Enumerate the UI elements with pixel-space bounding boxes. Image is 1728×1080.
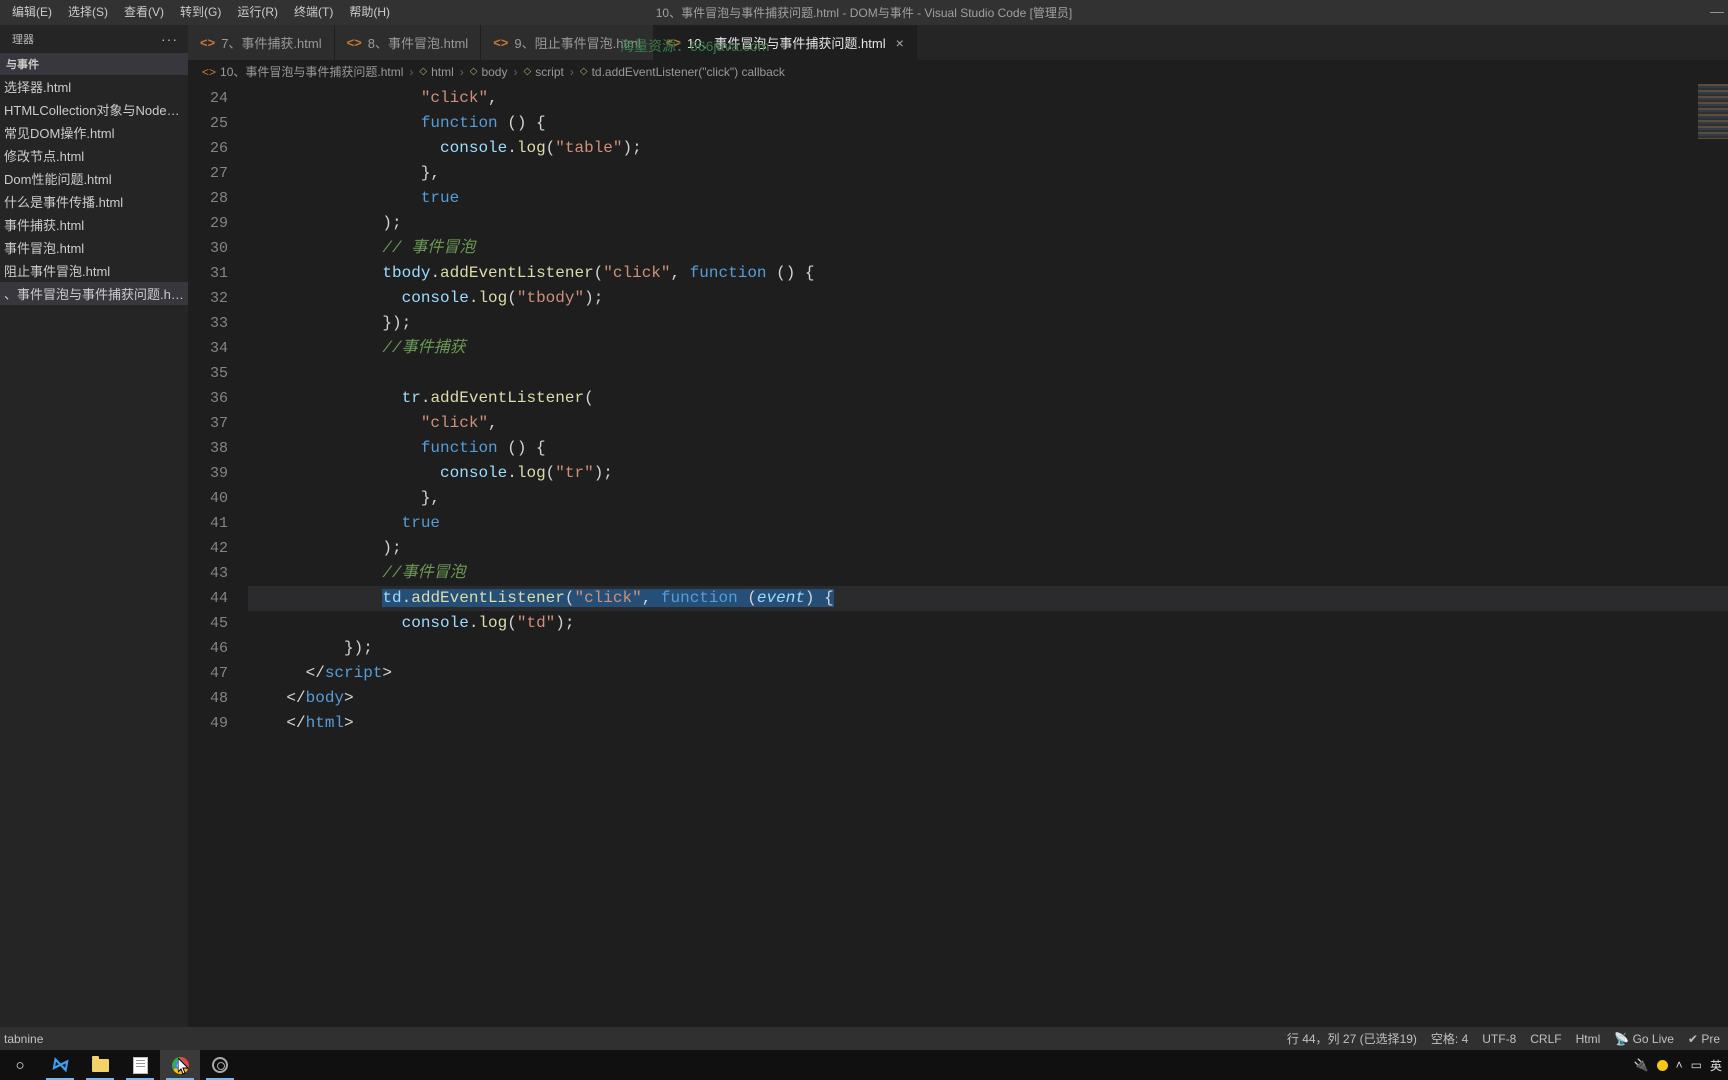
status-item[interactable]: 空格: 4 — [1431, 1030, 1468, 1047]
chevron-right-icon: › — [511, 65, 519, 79]
symbol-icon: ◇ — [523, 66, 531, 77]
status-item[interactable]: 行 44，列 27 (已选择19) — [1287, 1030, 1417, 1047]
tray-ime[interactable]: 英 — [1710, 1057, 1722, 1074]
code-content[interactable]: "click", function () { console.log("tabl… — [248, 84, 1728, 1027]
html-file-icon: <> — [493, 35, 508, 50]
symbol-icon: ◇ — [470, 66, 478, 77]
tab-label: 8、事件冒泡.html — [368, 33, 468, 52]
status-item[interactable]: Html — [1576, 1032, 1601, 1046]
breadcrumb-label: body — [481, 65, 507, 79]
breadcrumb-label: td.addEventListener("click") callback — [592, 65, 785, 79]
editor-tab[interactable]: <> 10、事件冒泡与事件捕获问题.html × — [654, 25, 917, 60]
editor-tabs: <> 7、事件捕获.html <> 8、事件冒泡.html <> 9、阻止事件冒泡.htm… — [188, 25, 1728, 60]
task-file-explorer[interactable] — [80, 1050, 120, 1080]
symbol-icon: ◇ — [419, 66, 427, 77]
minimap[interactable] — [1698, 84, 1728, 139]
tray-network-icon[interactable]: ▭ — [1691, 1058, 1702, 1072]
editor-tab[interactable]: <> 7、事件捕获.html — [188, 25, 335, 60]
line-gutter: 2425262728293031323334353637383940414243… — [188, 84, 248, 1027]
editor-body[interactable]: 2425262728293031323334353637383940414243… — [188, 84, 1728, 1027]
menu-item[interactable]: 选择(S) — [60, 0, 116, 25]
task-notepad[interactable] — [120, 1050, 160, 1080]
html-file-icon: <> — [347, 35, 362, 50]
broadcast-icon: 📡 — [1614, 1032, 1632, 1046]
breadcrumb-label: 10、事件冒泡与事件捕获问题.html — [220, 63, 403, 80]
breadcrumb-item[interactable]: ◇ script — [523, 65, 563, 79]
task-vscode[interactable]: ⋈ — [40, 1050, 80, 1080]
menu-item[interactable]: 终端(T) — [286, 0, 341, 25]
explorer-sidebar: 理器 ··· 与事件 选择器.htmlHTMLCollection对象与Node… — [0, 25, 188, 1027]
explorer-title: 理器 — [12, 31, 34, 47]
titlebar: 编辑(E)选择(S)查看(V)转到(G)运行(R)终端(T)帮助(H) 10、事… — [0, 0, 1728, 25]
chevron-right-icon: › — [407, 65, 415, 79]
html-file-icon: <> — [202, 65, 216, 79]
chevron-right-icon: › — [568, 65, 576, 79]
menubar: 编辑(E)选择(S)查看(V)转到(G)运行(R)终端(T)帮助(H) — [0, 0, 398, 25]
breadcrumb: <>10、事件冒泡与事件捕获问题.html›◇html›◇body›◇scrip… — [188, 60, 1728, 84]
breadcrumb-item[interactable]: ◇ td.addEventListener("click") callback — [580, 65, 785, 79]
tab-label: 9、阻止事件冒泡.html — [514, 33, 640, 52]
explorer-folder-name[interactable]: 与事件 — [0, 53, 188, 75]
close-icon[interactable]: × — [896, 35, 904, 51]
menu-item[interactable]: 帮助(H) — [341, 0, 398, 25]
file-item[interactable]: Dom性能问题.html — [0, 167, 188, 190]
task-obs[interactable] — [200, 1050, 240, 1080]
editor-tab[interactable]: <> 9、阻止事件冒泡.html — [481, 25, 654, 60]
tray-power-icon[interactable]: 🔌 — [1634, 1058, 1649, 1072]
status-tabnine[interactable]: tabnine — [0, 1032, 43, 1046]
menu-item[interactable]: 编辑(E) — [4, 0, 60, 25]
tab-label: 10、事件冒泡与事件捕获问题.html — [687, 33, 886, 52]
html-file-icon: <> — [200, 35, 215, 50]
file-item[interactable]: 选择器.html — [0, 75, 188, 98]
editor-tab[interactable]: <> 8、事件冒泡.html — [335, 25, 482, 60]
breadcrumb-label: script — [535, 65, 564, 79]
tab-label: 7、事件捕获.html — [221, 33, 321, 52]
status-item[interactable]: UTF-8 — [1482, 1032, 1516, 1046]
menu-item[interactable]: 查看(V) — [116, 0, 172, 25]
task-chrome[interactable] — [160, 1050, 200, 1080]
status-item[interactable]: ✔ Pre — [1688, 1032, 1720, 1046]
file-item[interactable]: 事件捕获.html — [0, 213, 188, 236]
tray-chevron-icon[interactable]: ˄ — [1676, 1058, 1683, 1072]
menu-item[interactable]: 运行(R) — [229, 0, 286, 25]
file-item[interactable]: 、事件冒泡与事件捕获问题.html — [0, 282, 188, 305]
breadcrumb-item[interactable]: <> 10、事件冒泡与事件捕获问题.html — [202, 63, 403, 80]
status-item[interactable]: 📡 Go Live — [1614, 1032, 1674, 1046]
statusbar: tabnine 行 44，列 27 (已选择19) 空格: 4 UTF-8 CRLF H… — [0, 1027, 1728, 1050]
tray-status-icon[interactable] — [1657, 1060, 1668, 1071]
file-item[interactable]: 修改节点.html — [0, 144, 188, 167]
chevron-right-icon: › — [458, 65, 466, 79]
html-file-icon: <> — [666, 35, 681, 50]
breadcrumb-item[interactable]: ◇body — [470, 65, 508, 79]
file-item[interactable]: HTMLCollection对象与NodeList对象… — [0, 98, 188, 121]
explorer-more-icon[interactable]: ··· — [161, 31, 178, 47]
check-icon: ✔ — [1688, 1032, 1701, 1046]
task-cortana[interactable]: ○ — [0, 1050, 40, 1080]
file-item[interactable]: 阻止事件冒泡.html — [0, 259, 188, 282]
breadcrumb-label: html — [431, 65, 454, 79]
window-minimize[interactable]: — — [1710, 3, 1724, 19]
windows-taskbar: ○ ⋈ 🔌 ˄ ▭ 英 — [0, 1050, 1728, 1080]
file-item[interactable]: 事件冒泡.html — [0, 236, 188, 259]
status-item[interactable]: CRLF — [1530, 1032, 1561, 1046]
menu-item[interactable]: 转到(G) — [172, 0, 229, 25]
file-item[interactable]: 常见DOM操作.html — [0, 121, 188, 144]
file-list: 选择器.htmlHTMLCollection对象与NodeList对象…常见DO… — [0, 75, 188, 305]
system-tray[interactable]: 🔌 ˄ ▭ 英 — [1634, 1057, 1728, 1074]
file-item[interactable]: 什么是事件传播.html — [0, 190, 188, 213]
symbol-icon: ◇ — [580, 66, 588, 77]
breadcrumb-item[interactable]: ◇ html — [419, 65, 453, 79]
